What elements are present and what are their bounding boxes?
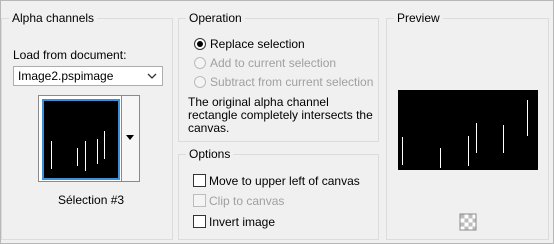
subtract-from-selection-label: Subtract from current selection <box>210 75 374 89</box>
document-select-value: Image2.pspimage <box>18 69 114 83</box>
checkbox-box <box>193 215 206 228</box>
replace-selection-label: Replace selection <box>210 37 305 51</box>
chevron-down-icon <box>147 73 157 79</box>
move-to-upper-left-checkbox[interactable]: Move to upper left of canvas <box>193 173 373 189</box>
add-to-selection-label: Add to current selection <box>210 56 337 70</box>
alpha-channel-thumbnail-picker[interactable] <box>38 95 140 182</box>
radio-button <box>194 76 206 88</box>
dropdown-arrow-icon <box>126 135 134 140</box>
replace-selection-radio[interactable]: Replace selection <box>194 36 374 52</box>
add-to-selection-radio[interactable]: Add to current selection <box>194 55 374 71</box>
clip-to-canvas-checkbox[interactable]: Clip to canvas <box>193 193 373 209</box>
move-to-upper-left-label: Move to upper left of canvas <box>209 174 360 188</box>
alpha-channel-thumbnail[interactable] <box>38 95 122 182</box>
preview-title: Preview <box>394 10 443 26</box>
operation-title: Operation <box>186 10 245 26</box>
selected-thumbnail <box>42 99 120 180</box>
subtract-from-selection-radio[interactable]: Subtract from current selection <box>194 74 374 90</box>
thumbnail-label: Sélection #3 <box>58 193 125 207</box>
radio-button <box>194 38 206 50</box>
alpha-channels-title: Alpha channels <box>9 10 98 26</box>
checkbox-box <box>193 194 206 207</box>
preview-image <box>398 90 538 170</box>
load-from-document-label: Load from document: <box>13 48 127 62</box>
load-selection-from-alpha-dialog: Alpha channels Load from document: Image… <box>0 0 554 244</box>
checkbox-box <box>193 174 206 187</box>
thumbnail-dropdown-button[interactable] <box>122 95 140 182</box>
transparency-checker-icon[interactable] <box>459 213 477 231</box>
radio-button <box>194 57 206 69</box>
invert-image-checkbox[interactable]: Invert image <box>193 214 373 230</box>
document-select[interactable]: Image2.pspimage <box>13 66 163 86</box>
options-title: Options <box>186 146 234 162</box>
clip-to-canvas-label: Clip to canvas <box>209 194 285 208</box>
invert-image-label: Invert image <box>209 215 276 229</box>
operation-description: The original alpha channel rectangle com… <box>188 95 373 135</box>
